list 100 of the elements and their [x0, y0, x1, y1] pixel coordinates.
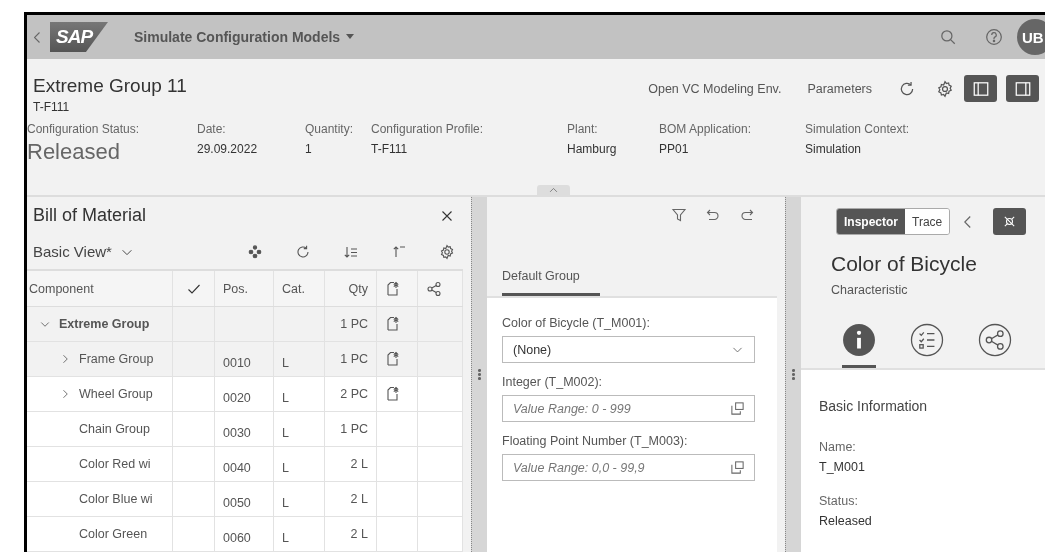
share-icon	[426, 280, 442, 297]
column-header: Qty	[348, 281, 368, 296]
view-selector[interactable]: Basic View*	[33, 243, 134, 261]
table-cell: 0050	[223, 495, 251, 510]
table-cell: Wheel Group	[79, 387, 153, 401]
status-value: Released	[27, 139, 121, 165]
object-subtitle: T-F111	[33, 100, 71, 114]
info-icon	[842, 323, 876, 357]
refresh-icon	[295, 243, 311, 260]
sort-ascending-icon	[391, 243, 407, 260]
grip-icon	[792, 369, 795, 380]
redo-icon	[739, 207, 755, 223]
table-cell: 2 PC	[340, 387, 368, 401]
toolbar-button[interactable]	[391, 243, 407, 260]
table-row[interactable]: Wheel Group 0020 L 2 PC	[27, 377, 463, 412]
table-row[interactable]: Color Blue wi 0050 L 2 L	[27, 482, 463, 517]
collapse-button[interactable]	[964, 215, 972, 228]
help-button[interactable]	[985, 28, 1003, 46]
filter-button[interactable]	[671, 207, 687, 223]
caret-icon	[346, 34, 355, 40]
table-cell: Color Green	[79, 527, 148, 541]
grip-icon	[478, 369, 481, 380]
app-title-menu[interactable]: Simulate Configuration Models	[134, 29, 355, 45]
table-cell: L	[282, 530, 289, 545]
table-cell: L	[282, 425, 289, 440]
splitter-handle[interactable]	[471, 197, 487, 552]
attribute-value: 29.09.2022	[197, 142, 259, 156]
table-row[interactable]: Color Red wi 0040 L 2 L	[27, 447, 463, 482]
table-cell: 1 PC	[340, 352, 368, 366]
table-cell: 0060	[223, 530, 251, 545]
attribute-label: Configuration Profile:	[371, 122, 485, 136]
icon-tab[interactable]	[842, 323, 876, 368]
inspector-subtitle: Characteristic	[831, 283, 909, 297]
help-icon	[985, 28, 1003, 46]
table-cell: 2 L	[350, 492, 368, 506]
layout-button[interactable]	[964, 75, 997, 102]
right-panel-icon	[1013, 79, 1032, 98]
table-cell: L	[282, 460, 289, 475]
input-field[interactable]: Value Range: 0,0 - 99,9	[502, 454, 755, 481]
column-header: Component	[29, 281, 94, 296]
refresh-button[interactable]	[898, 79, 916, 98]
value-help-icon	[730, 460, 745, 475]
back-icon	[34, 31, 40, 43]
table-cell: Color Red wi	[79, 457, 151, 471]
field-label: Status:	[819, 494, 859, 508]
table-row[interactable]: Chain Group 0030 L 1 PC	[27, 412, 463, 447]
attribute-label: BOM Application:	[659, 122, 753, 136]
field-label: Floating Point Number (T_M003):	[502, 434, 689, 448]
undo-button[interactable]	[705, 207, 721, 223]
logo: SAP	[50, 22, 108, 52]
header-action-link[interactable]: Open VC Modeling Env.	[648, 81, 782, 96]
attribute-label: Plant:	[567, 122, 599, 136]
inspector-title: Color of Bicycle	[831, 252, 978, 276]
field-label: Color of Bicycle (T_M001):	[502, 316, 651, 330]
table-cell: L	[282, 495, 289, 510]
table-row[interactable]: Color Green 0060 L 2 L	[27, 517, 463, 552]
settings-icon	[936, 79, 954, 98]
section-title: Basic Information	[819, 398, 929, 414]
splitter-handle[interactable]	[785, 197, 801, 552]
table-cell: 0010	[223, 355, 251, 370]
attribute-label: Configuration Status:	[27, 122, 141, 136]
header-action-link[interactable]: Parameters	[807, 81, 872, 96]
chevron-left-icon	[964, 215, 972, 228]
dots-cluster-icon	[247, 243, 263, 260]
field-label: Name:	[819, 440, 857, 454]
attribute-value: Simulation	[805, 142, 863, 156]
panel-title: Bill of Material	[33, 205, 147, 227]
toolbar-button[interactable]	[247, 243, 263, 260]
table-cell: L	[282, 355, 289, 370]
user-avatar[interactable]: UB	[1017, 19, 1045, 55]
table-cell: Frame Group	[79, 352, 154, 366]
layout-button[interactable]	[1006, 75, 1039, 102]
table-row[interactable]: Extreme Group 1 PC	[27, 307, 463, 342]
table-cell: L	[282, 390, 289, 405]
redo-button[interactable]	[739, 207, 755, 223]
refresh-icon	[898, 79, 916, 98]
dropdown-field[interactable]: (None)	[502, 336, 755, 363]
back-button[interactable]	[34, 31, 40, 43]
toolbar-button[interactable]	[295, 243, 311, 260]
settings-button[interactable]	[439, 243, 455, 260]
search-icon	[939, 28, 957, 46]
attribute-value: Hamburg	[567, 142, 618, 156]
table-cell: 2 L	[350, 457, 368, 471]
segment-button[interactable]: Inspector	[837, 209, 905, 234]
table-row[interactable]: Frame Group 0010 L 1 PC	[27, 342, 463, 377]
tab[interactable]: Default Group	[502, 263, 600, 296]
segment-button[interactable]: Trace	[905, 209, 950, 234]
unlink-button[interactable]	[993, 208, 1027, 235]
settings-button[interactable]	[936, 79, 954, 98]
table-cell: 1 PC	[340, 317, 368, 331]
left-panel-icon	[971, 79, 990, 98]
input-field[interactable]: Value Range: 0 - 999	[502, 395, 755, 422]
field-value: T_M001	[819, 460, 866, 474]
object-title: Extreme Group 11	[33, 75, 187, 97]
table-cell: 0040	[223, 460, 251, 475]
attribute-value: PP01	[659, 142, 690, 156]
field-value: Released	[819, 514, 873, 528]
document-upload-icon	[385, 280, 401, 297]
table-cell: Extreme Group	[59, 317, 150, 331]
search-button[interactable]	[939, 28, 957, 46]
